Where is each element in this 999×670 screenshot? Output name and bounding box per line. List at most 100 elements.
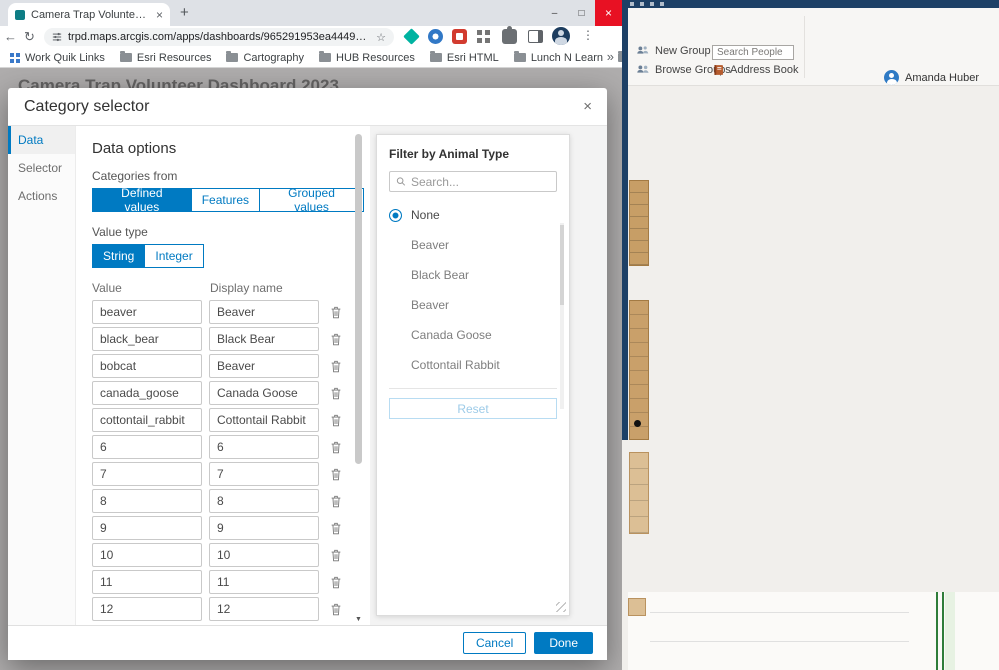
search-people-input[interactable]: Search People xyxy=(712,45,794,60)
preview-list-item[interactable]: Beaver xyxy=(411,238,557,252)
display-name-input[interactable] xyxy=(209,327,319,351)
scrollbar-thumb[interactable] xyxy=(355,134,362,464)
value-input[interactable] xyxy=(92,300,202,324)
bookmark-item[interactable]: Cartography xyxy=(226,51,304,64)
trash-icon xyxy=(331,387,341,399)
resize-handle-icon[interactable] xyxy=(556,602,566,612)
categories-option-defined-values[interactable]: Defined values xyxy=(92,186,191,214)
browser-close-button[interactable]: × xyxy=(595,0,622,26)
cancel-button[interactable]: Cancel xyxy=(462,632,527,654)
value-input[interactable] xyxy=(92,597,202,621)
preview-list-item[interactable]: Cottontail Rabbit xyxy=(411,358,557,372)
display-name-input[interactable] xyxy=(209,300,319,324)
browser-tab[interactable]: Camera Trap Volunteer Dashb... × xyxy=(8,3,170,26)
value-input[interactable] xyxy=(92,516,202,540)
scroll-down-icon[interactable]: ▼ xyxy=(355,616,362,623)
address-book-button[interactable]: Address Book xyxy=(712,63,798,77)
display-name-input[interactable] xyxy=(209,435,319,459)
extension-arcgis-icon[interactable] xyxy=(403,28,420,45)
dialog-body: Data Selector Actions Data options Categor… xyxy=(8,126,607,625)
value-input[interactable] xyxy=(92,435,202,459)
url-text[interactable]: trpd.maps.arcgis.com/apps/dashboards/965… xyxy=(68,31,370,43)
delete-row-button[interactable] xyxy=(326,328,346,350)
site-settings-icon[interactable] xyxy=(52,32,62,42)
preview-list-item[interactable]: Canada Goose xyxy=(411,328,557,342)
value-input[interactable] xyxy=(92,489,202,513)
dialog-tab-actions[interactable]: Actions xyxy=(8,182,75,210)
extensions-puzzle-icon[interactable] xyxy=(502,26,517,44)
preview-search-input[interactable] xyxy=(410,174,550,189)
preview-list-item[interactable]: Black Bear xyxy=(411,268,557,282)
display-name-input[interactable] xyxy=(209,408,319,432)
delete-row-button[interactable] xyxy=(326,544,346,566)
display-name-input[interactable] xyxy=(209,354,319,378)
delete-row-button[interactable] xyxy=(326,571,346,593)
value-row xyxy=(92,435,364,459)
preview-scrollbar[interactable] xyxy=(560,223,564,409)
dialog-scrollbar[interactable]: ▼ xyxy=(354,128,364,623)
value-input[interactable] xyxy=(92,543,202,567)
bookmarks-overflow-icon[interactable]: » xyxy=(607,49,614,64)
value-type-option-string[interactable]: String xyxy=(92,244,145,268)
none-option-row[interactable]: None xyxy=(389,208,557,222)
value-input[interactable] xyxy=(92,570,202,594)
radio-selected-icon[interactable] xyxy=(389,208,402,222)
bookmark-item[interactable]: HUB Resources xyxy=(319,51,415,64)
display-name-input[interactable] xyxy=(209,543,319,567)
preview-list-item[interactable]: Beaver xyxy=(411,298,557,312)
dialog-close-icon[interactable]: × xyxy=(583,98,592,115)
delete-row-button[interactable] xyxy=(326,355,346,377)
display-name-input[interactable] xyxy=(209,462,319,486)
delete-row-button[interactable] xyxy=(326,517,346,539)
value-input[interactable] xyxy=(92,327,202,351)
reset-button[interactable]: Reset xyxy=(389,398,557,419)
extension-red-icon[interactable] xyxy=(452,29,467,44)
dialog-tab-selector[interactable]: Selector xyxy=(8,154,75,182)
browser-maximize-button[interactable]: □ xyxy=(568,0,595,26)
value-input[interactable] xyxy=(92,354,202,378)
preview-scrollbar-thumb[interactable] xyxy=(560,225,564,305)
address-bar[interactable]: trpd.maps.arcgis.com/apps/dashboards/965… xyxy=(44,28,394,46)
value-row xyxy=(92,516,364,540)
bookmark-star-icon[interactable]: ☆ xyxy=(376,31,386,44)
bookmark-item[interactable]: Work Quik Links xyxy=(10,52,105,64)
delete-row-button[interactable] xyxy=(326,436,346,458)
new-group-button[interactable]: New Group xyxy=(636,44,711,58)
display-name-input[interactable] xyxy=(209,381,319,405)
delete-row-button[interactable] xyxy=(326,301,346,323)
reload-icon[interactable]: ↻ xyxy=(24,29,35,45)
bookmark-item[interactable]: Esri HTML xyxy=(429,51,499,64)
value-type-option-integer[interactable]: Integer xyxy=(144,244,204,268)
display-name-input[interactable] xyxy=(209,489,319,513)
bookmark-item[interactable]: Esri Resources xyxy=(119,51,211,64)
categories-option-grouped-values[interactable]: Grouped values xyxy=(259,186,364,214)
tab-close-icon[interactable]: × xyxy=(156,8,163,22)
categories-option-features[interactable]: Features xyxy=(190,188,260,212)
profile-avatar[interactable] xyxy=(552,27,570,45)
bookmark-item[interactable]: Lunch N Learn xyxy=(513,51,603,64)
value-row xyxy=(92,408,364,432)
value-input[interactable] xyxy=(92,381,202,405)
delete-row-button[interactable] xyxy=(326,382,346,404)
value-input[interactable] xyxy=(92,462,202,486)
dialog-tab-data[interactable]: Data xyxy=(8,126,75,154)
display-name-input[interactable] xyxy=(209,570,319,594)
back-icon[interactable]: ← xyxy=(4,29,17,44)
delete-row-button[interactable] xyxy=(326,490,346,512)
ribbon-group-divider xyxy=(804,16,805,78)
preview-search-box[interactable] xyxy=(389,171,557,192)
display-name-input[interactable] xyxy=(209,516,319,540)
display-name-input[interactable] xyxy=(209,597,319,621)
extension-blue-icon[interactable] xyxy=(428,29,443,44)
delete-row-button[interactable] xyxy=(326,598,346,620)
browser-minimize-button[interactable]: – xyxy=(541,0,568,26)
done-button[interactable]: Done xyxy=(534,632,593,654)
value-input[interactable] xyxy=(92,408,202,432)
extension-grid-icon[interactable] xyxy=(476,29,491,44)
delete-row-button[interactable] xyxy=(326,409,346,431)
table-green-band xyxy=(945,592,955,670)
browser-menu-icon[interactable]: ⋮ xyxy=(582,28,594,42)
side-panel-icon[interactable] xyxy=(528,30,543,43)
new-tab-button[interactable]: + xyxy=(180,4,189,21)
delete-row-button[interactable] xyxy=(326,463,346,485)
